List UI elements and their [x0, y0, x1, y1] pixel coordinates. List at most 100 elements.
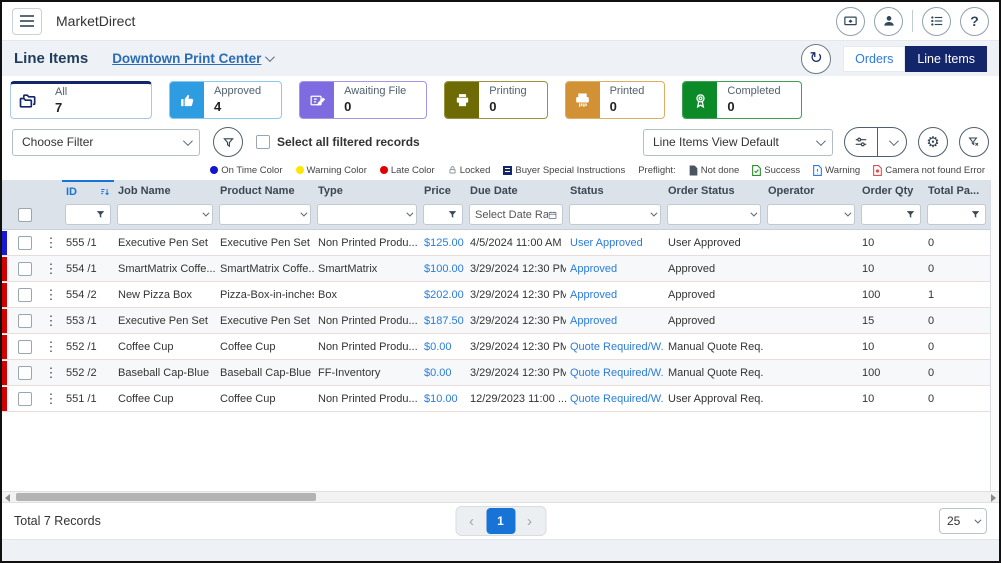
column-header-order-qty[interactable]: Order Qty — [858, 180, 924, 202]
screen-share-icon[interactable] — [836, 7, 865, 36]
refresh-icon[interactable]: ↻ — [801, 44, 831, 74]
cell-product-name: Executive Pen Set — [216, 237, 314, 249]
scroll-left-arrow-icon[interactable] — [5, 494, 10, 502]
type-filter-select[interactable] — [317, 204, 417, 225]
prev-page-icon[interactable]: ‹ — [457, 508, 486, 534]
view-select[interactable]: Line Items View Default — [643, 129, 833, 156]
cell-due-date: 12/29/2023 11:00 ... — [466, 393, 566, 405]
cell-status-link[interactable]: Approved — [566, 263, 664, 275]
order-status-filter-select[interactable] — [667, 204, 761, 225]
clear-filter-icon[interactable] — [959, 127, 989, 157]
row-checkbox[interactable] — [18, 314, 32, 328]
apply-filter-icon[interactable] — [213, 127, 243, 157]
location-selector[interactable]: Downtown Print Center — [112, 51, 272, 66]
row-checkbox[interactable] — [18, 392, 32, 406]
row-checkbox[interactable] — [18, 340, 32, 354]
scrollbar-thumb[interactable] — [16, 493, 316, 501]
table-row[interactable]: ⋮ 552 /1 Coffee Cup Coffee Cup Non Print… — [2, 334, 999, 360]
table-row[interactable]: ⋮ 554 /2 New Pizza Box Pizza-Box-in-inch… — [2, 282, 999, 308]
cell-price-link[interactable]: $0.00 — [420, 367, 466, 379]
row-checkbox[interactable] — [18, 236, 32, 250]
user-icon[interactable] — [874, 7, 903, 36]
cell-status-link[interactable]: Quote Required/W... — [566, 341, 664, 353]
card-printing[interactable]: Printing0 — [444, 81, 547, 119]
total-records: Total 7 Records — [14, 514, 101, 528]
line-items-button[interactable]: Line Items — [905, 46, 987, 72]
cell-status-link[interactable]: User Approved — [566, 237, 664, 249]
chevron-down-icon[interactable] — [878, 128, 906, 156]
header-select-all-checkbox[interactable] — [18, 208, 32, 222]
column-header-job-name[interactable]: Job Name — [114, 180, 216, 202]
column-header-id[interactable]: ID — [62, 180, 114, 202]
menu-icon[interactable] — [12, 8, 42, 35]
row-menu-icon[interactable]: ⋮ — [40, 287, 62, 303]
operator-filter-select[interactable] — [767, 204, 855, 225]
row-menu-icon[interactable]: ⋮ — [40, 339, 62, 355]
column-header-order-status[interactable]: Order Status — [664, 180, 764, 202]
cell-price-link[interactable]: $187.50 — [420, 315, 466, 327]
horizontal-scrollbar[interactable] — [2, 491, 999, 503]
card-completed[interactable]: Completed0 — [682, 81, 801, 119]
card-approved[interactable]: Approved4 — [169, 81, 282, 119]
page-title: Line Items — [14, 50, 88, 67]
product-name-filter-select[interactable] — [219, 204, 311, 225]
table-row[interactable]: ⋮ 552 /2 Baseball Cap-Blue Baseball Cap-… — [2, 360, 999, 386]
job-name-filter-select[interactable] — [117, 204, 213, 225]
row-menu-icon[interactable]: ⋮ — [40, 365, 62, 381]
cell-price-link[interactable]: $0.00 — [420, 341, 466, 353]
page-size-select[interactable]: 25 — [939, 508, 987, 534]
row-checkbox[interactable] — [18, 366, 32, 380]
cell-price-link[interactable]: $10.00 — [420, 393, 466, 405]
cell-status-link[interactable]: Quote Required/W... — [566, 393, 664, 405]
select-all-checkbox[interactable] — [256, 135, 270, 149]
cell-price-link[interactable]: $100.00 — [420, 263, 466, 275]
cell-price-link[interactable]: $125.00 — [420, 237, 466, 249]
row-menu-icon[interactable]: ⋮ — [40, 261, 62, 277]
card-all[interactable]: All7 — [10, 81, 152, 119]
due-date-filter-input[interactable]: Select Date Ran — [469, 204, 563, 225]
table-row[interactable]: ⋮ 555 /1 Executive Pen Set Executive Pen… — [2, 230, 999, 256]
orders-button[interactable]: Orders — [843, 46, 905, 72]
cell-status-link[interactable]: Approved — [566, 315, 664, 327]
row-checkbox[interactable] — [18, 262, 32, 276]
column-header-due-date[interactable]: Due Date — [466, 180, 566, 202]
cell-status-link[interactable]: Approved — [566, 289, 664, 301]
row-menu-icon[interactable]: ⋮ — [40, 235, 62, 251]
table-row[interactable]: ⋮ 551 /1 Coffee Cup Coffee Cup Non Print… — [2, 386, 999, 412]
choose-filter-select[interactable]: Choose Filter — [12, 129, 200, 156]
column-header-total-pages[interactable]: Total Pa... — [924, 180, 989, 202]
cell-price-link[interactable]: $202.00 — [420, 289, 466, 301]
list-menu-icon[interactable] — [922, 7, 951, 36]
column-header-status[interactable]: Status — [566, 180, 664, 202]
next-page-icon[interactable]: › — [515, 508, 544, 534]
id-filter-input[interactable] — [65, 204, 111, 225]
order-qty-filter-input[interactable] — [861, 204, 921, 225]
card-count: 0 — [344, 99, 406, 115]
column-header-type[interactable]: Type — [314, 180, 420, 202]
row-checkbox[interactable] — [18, 288, 32, 302]
printer-icon — [445, 82, 479, 118]
sliders-icon[interactable] — [845, 128, 878, 156]
status-filter-select[interactable] — [569, 204, 661, 225]
vertical-scrollbar[interactable] — [990, 180, 999, 491]
table-row[interactable]: ⋮ 554 /1 SmartMatrix Coffe... SmartMatri… — [2, 256, 999, 282]
card-printed[interactable]: Printed0 — [565, 81, 666, 119]
scroll-right-arrow-icon[interactable] — [991, 494, 996, 502]
total-pages-filter-input[interactable] — [927, 204, 986, 225]
current-page-button[interactable]: 1 — [486, 508, 515, 534]
price-filter-input[interactable] — [423, 204, 463, 225]
cell-status-link[interactable]: Quote Required/W... — [566, 367, 664, 379]
table-row[interactable]: ⋮ 553 /1 Executive Pen Set Executive Pen… — [2, 308, 999, 334]
lock-icon — [448, 165, 457, 175]
help-icon[interactable]: ? — [960, 7, 989, 36]
row-menu-icon[interactable]: ⋮ — [40, 313, 62, 329]
location-name: Downtown Print Center — [112, 51, 261, 66]
card-label: Printed — [610, 85, 645, 99]
column-options-split-button[interactable] — [844, 127, 907, 157]
column-header-operator[interactable]: Operator — [764, 180, 858, 202]
card-awaiting-file[interactable]: Awaiting File0 — [299, 81, 427, 119]
settings-gear-icon[interactable]: ⚙ — [918, 127, 948, 157]
column-header-price[interactable]: Price — [420, 180, 466, 202]
column-header-product-name[interactable]: Product Name — [216, 180, 314, 202]
row-menu-icon[interactable]: ⋮ — [40, 391, 62, 407]
